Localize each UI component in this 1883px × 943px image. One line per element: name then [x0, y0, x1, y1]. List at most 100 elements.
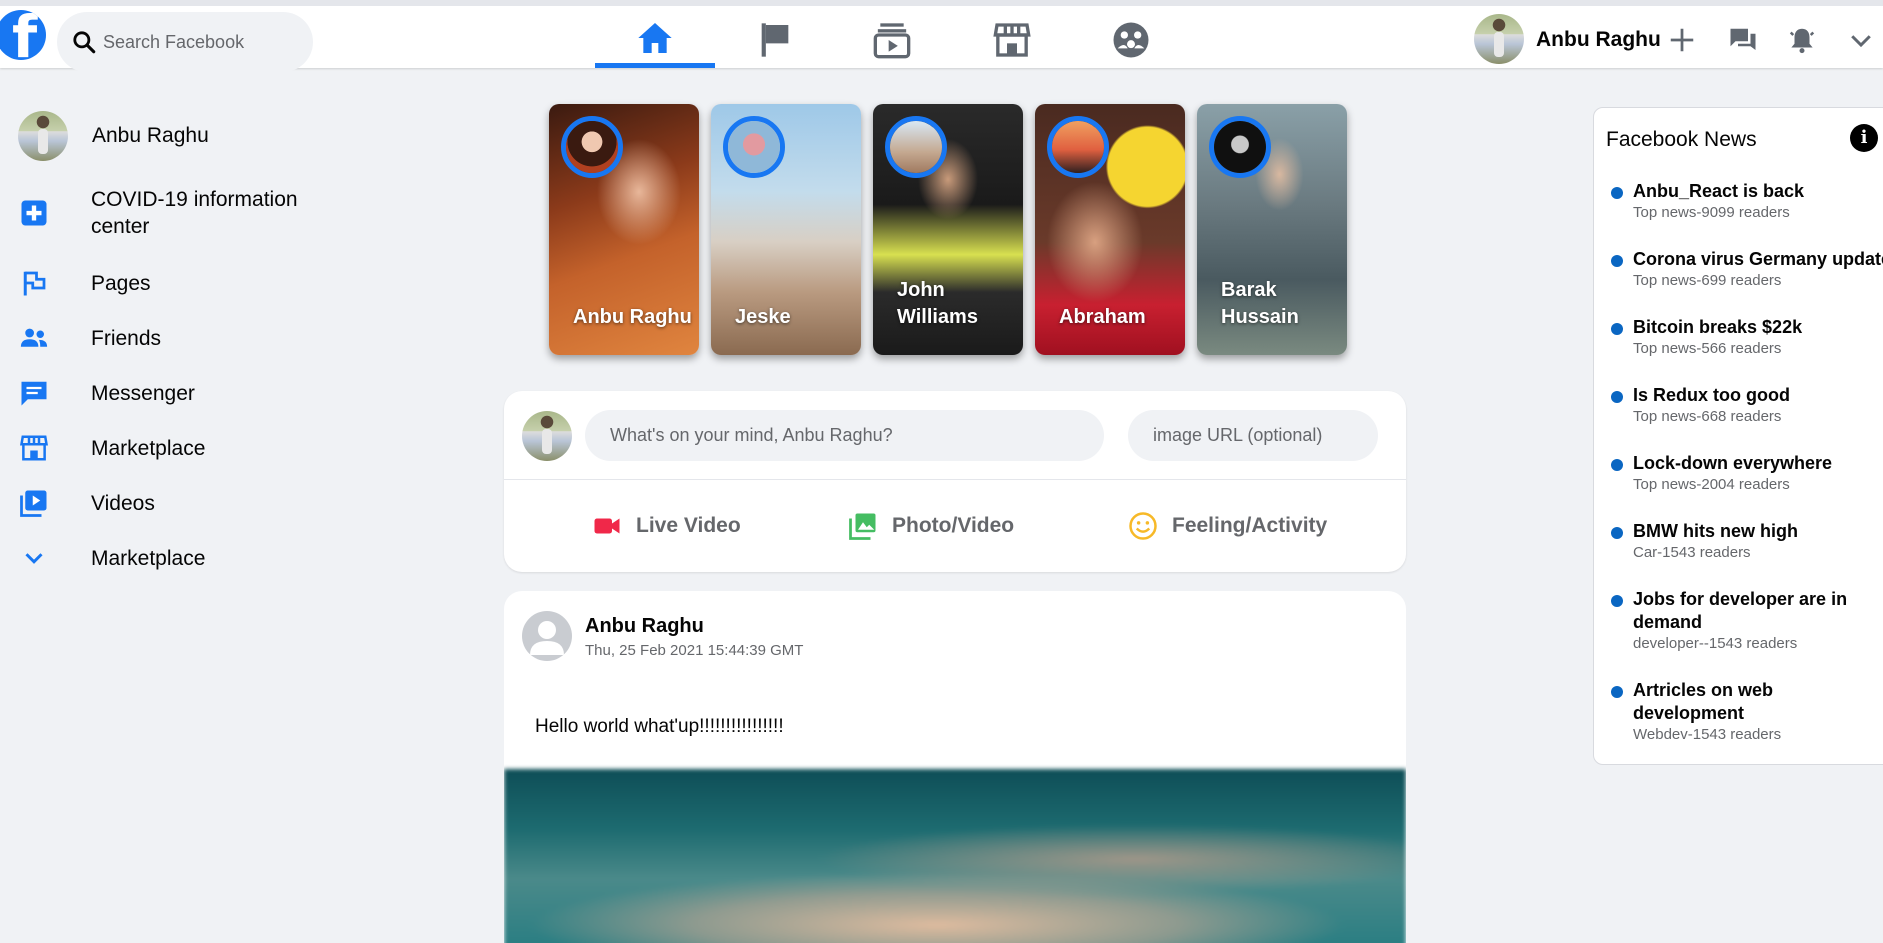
pages-flag-icon — [23, 271, 46, 296]
avatar — [18, 111, 68, 161]
feeling-activity-label: Feeling/Activity — [1172, 514, 1328, 537]
groups-icon — [1113, 22, 1149, 58]
nav-watch-tab[interactable] — [832, 12, 952, 68]
sidebar-item-covid[interactable]: COVID-19 information center — [18, 186, 311, 240]
plus-icon — [1670, 28, 1694, 52]
bullet-dot-icon — [1611, 527, 1623, 539]
search-icon — [73, 31, 96, 54]
account-menu-button[interactable] — [1843, 22, 1879, 58]
nav-pages-tab[interactable] — [715, 12, 835, 68]
search-box[interactable] — [57, 12, 313, 72]
news-subtitle: Top news-9099 readers — [1633, 204, 1790, 221]
bullet-dot-icon — [1611, 391, 1623, 403]
sidebar-item-label: Videos — [91, 491, 155, 515]
story-avatar — [561, 116, 623, 178]
story-name: John Williams — [897, 279, 978, 328]
sidebar-item-label: Messenger — [91, 381, 195, 405]
post-author[interactable]: Anbu Raghu — [585, 615, 704, 638]
news-headline: BMW hits new high — [1633, 521, 1798, 541]
info-icon[interactable]: i — [1850, 124, 1878, 152]
sidebar-item-label: Pages — [91, 271, 151, 295]
sidebar-item-marketplace[interactable]: Marketplace — [18, 432, 205, 464]
news-item[interactable]: Artricles on web development Webdev-1543… — [1611, 679, 1883, 744]
sidebar-item-label: Friends — [91, 326, 162, 350]
bell-icon — [1789, 28, 1815, 54]
video-camera-icon — [594, 518, 620, 534]
default-avatar-icon[interactable] — [522, 611, 572, 661]
news-subtitle: Car-1543 readers — [1633, 544, 1751, 561]
story-card[interactable]: Abraham — [1035, 104, 1185, 355]
photo-icon — [849, 513, 876, 540]
header-avatar[interactable] — [1474, 14, 1524, 64]
messenger-icon — [21, 381, 47, 406]
story-card[interactable]: Anbu Raghu — [549, 104, 699, 355]
bullet-dot-icon — [1611, 323, 1623, 335]
news-headline: Lock-down everywhere — [1633, 453, 1833, 473]
messenger-button[interactable] — [1725, 22, 1761, 58]
sidebar-item-label: COVID-19 information center — [91, 188, 298, 238]
news-headline: Corona virus Germany update — [1633, 249, 1883, 269]
story-card[interactable]: Barak Hussain — [1197, 104, 1347, 355]
nav-marketplace-tab[interactable] — [952, 12, 1072, 68]
flag-icon — [761, 23, 789, 57]
home-icon — [638, 22, 672, 53]
news-item[interactable]: Anbu_React is back Top news-9099 readers — [1611, 180, 1883, 222]
news-subtitle: Webdev-1543 readers — [1633, 726, 1782, 743]
smiley-icon — [1129, 512, 1157, 540]
news-title: Facebook News — [1606, 128, 1757, 151]
news-item[interactable]: Bitcoin breaks $22k Top news-566 readers — [1611, 316, 1883, 358]
live-video-button[interactable]: Live Video — [592, 496, 741, 556]
nav-groups-tab[interactable] — [1071, 12, 1191, 68]
sidebar-item-label: Marketplace — [91, 546, 206, 570]
news-headline: Artricles on web development — [1633, 680, 1774, 723]
marketplace-icon — [993, 23, 1031, 57]
chat-bubbles-icon — [1730, 28, 1756, 50]
facebook-logo-icon[interactable]: f — [0, 10, 46, 60]
sidebar-profile[interactable]: Anbu Raghu — [18, 111, 209, 161]
news-headline: Jobs for developer are in demand — [1633, 589, 1848, 632]
story-card[interactable]: John Williams — [873, 104, 1023, 355]
news-headline: Anbu_React is back — [1633, 181, 1805, 201]
news-subtitle: Top news-699 readers — [1633, 272, 1782, 289]
status-input[interactable] — [585, 410, 1104, 461]
bullet-dot-icon — [1611, 187, 1623, 199]
sidebar-item-friends[interactable]: Friends — [18, 322, 161, 354]
news-item[interactable]: Corona virus Germany update Top news-699… — [1611, 248, 1883, 290]
header-user-name[interactable]: Anbu Raghu — [1536, 28, 1661, 52]
live-video-label: Live Video — [636, 514, 741, 537]
feeling-activity-button[interactable]: Feeling/Activity — [1128, 496, 1327, 556]
news-item[interactable]: BMW hits new high Car-1543 readers — [1611, 520, 1883, 562]
sidebar-item-pages[interactable]: Pages — [18, 267, 151, 299]
story-card[interactable]: Jeske — [711, 104, 861, 355]
sidebar-item-videos[interactable]: Videos — [18, 487, 155, 519]
story-avatar — [1047, 116, 1109, 178]
post-timestamp[interactable]: Thu, 25 Feb 2021 15:44:39 GMT — [585, 642, 803, 659]
news-subtitle: Top news-2004 readers — [1633, 476, 1790, 493]
avatar — [522, 411, 572, 461]
news-item[interactable]: Lock-down everywhere Top news-2004 reade… — [1611, 452, 1883, 494]
story-name: Barak Hussain — [1221, 279, 1299, 328]
post-text: Hello world what'up!!!!!!!!!!!!!!!! — [535, 716, 784, 737]
feed-post: Anbu Raghu Thu, 25 Feb 2021 15:44:39 GMT… — [504, 591, 1406, 943]
image-url-input[interactable] — [1128, 410, 1378, 461]
bullet-dot-icon — [1611, 459, 1623, 471]
news-item[interactable]: Is Redux too good Top news-668 readers — [1611, 384, 1883, 426]
bullet-dot-icon — [1611, 255, 1623, 267]
sidebar-item-see-more[interactable]: Marketplace — [18, 542, 205, 574]
watch-icon — [873, 23, 911, 59]
videos-icon — [20, 490, 47, 517]
news-item[interactable]: Jobs for developer are in demand develop… — [1611, 588, 1883, 653]
nav-home-tab[interactable] — [595, 12, 715, 68]
news-panel: Facebook News i Anbu_React is back Top n… — [1593, 107, 1883, 765]
post-image[interactable] — [504, 769, 1406, 943]
photo-video-button[interactable]: Photo/Video — [848, 496, 1014, 556]
chevron-down-icon — [25, 553, 43, 564]
news-headline: Bitcoin breaks $22k — [1633, 317, 1803, 337]
sidebar-item-messenger[interactable]: Messenger — [18, 377, 195, 409]
create-button[interactable] — [1664, 22, 1700, 58]
sidebar-item-label: Marketplace — [91, 436, 206, 460]
notifications-button[interactable] — [1784, 22, 1820, 58]
story-avatar — [1209, 116, 1271, 178]
search-input[interactable] — [103, 31, 303, 53]
bullet-dot-icon — [1611, 595, 1623, 607]
